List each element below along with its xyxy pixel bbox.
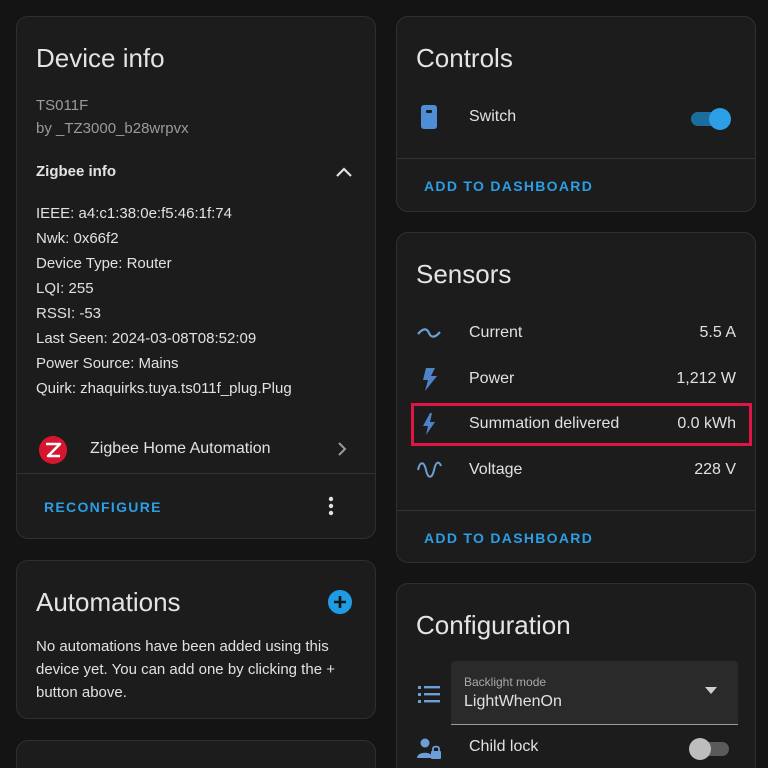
- outlet-icon: [421, 105, 437, 129]
- sensor-label: Voltage: [469, 461, 523, 478]
- controls-title: Controls: [416, 43, 513, 73]
- sensor-value: 1,212 W: [676, 370, 736, 387]
- sensor-label: Current: [469, 324, 523, 341]
- child-lock-toggle[interactable]: [689, 737, 733, 761]
- add-automation-plus-icon[interactable]: [328, 590, 352, 614]
- sensor-label: Power: [469, 370, 515, 387]
- configuration-card: Configuration Backlight mode LightWhenOn…: [396, 583, 756, 768]
- select-label: Backlight mode: [464, 675, 547, 689]
- zigbee-device-type: Device Type: Router: [36, 255, 172, 272]
- sensors-card: Sensors Current 5.5 A Power 1,212 W Summ…: [396, 232, 756, 563]
- select-value: LightWhenOn: [464, 693, 562, 710]
- zigbee-last-seen: Last Seen: 2024-03-08T08:52:09: [36, 330, 257, 347]
- toggle-knob: [709, 108, 731, 130]
- sensors-title: Sensors: [416, 259, 512, 289]
- toggle-knob: [689, 738, 711, 760]
- zigbee-ieee: IEEE: a4:c1:38:0e:f5:46:1f:74: [36, 205, 232, 222]
- more-vertical-icon[interactable]: [325, 495, 337, 517]
- chevron-up-icon[interactable]: [333, 163, 355, 181]
- zigbee-quirk: Quirk: zhaquirks.tuya.ts011f_plug.Plug: [36, 380, 292, 397]
- configuration-title: Configuration: [416, 610, 571, 640]
- divider: [397, 158, 755, 159]
- current-ac-icon: [417, 328, 441, 338]
- device-manufacturer: by _TZ3000_b28wrpvx: [36, 120, 189, 137]
- caret-down-icon: [705, 687, 717, 694]
- automations-empty-text: No automations have been added using thi…: [36, 638, 335, 701]
- add-to-dashboard-button[interactable]: ADD TO DASHBOARD: [424, 530, 593, 546]
- zigbee-info-header[interactable]: Zigbee info: [36, 163, 116, 180]
- switch-toggle[interactable]: [689, 107, 733, 131]
- device-model: TS011F: [36, 97, 89, 114]
- divider: [397, 510, 755, 511]
- zigbee-nwk: Nwk: 0x66f2: [36, 230, 119, 247]
- divider: [17, 473, 375, 474]
- zigbee-logo-icon: [39, 436, 67, 464]
- device-info-card: Device info TS011F by _TZ3000_b28wrpvx Z…: [16, 16, 376, 539]
- account-lock-icon: [417, 738, 441, 759]
- zigbee-lqi: LQI: 255: [36, 280, 94, 297]
- integration-row-zha[interactable]: Zigbee Home Automation: [17, 424, 375, 474]
- reconfigure-button[interactable]: RECONFIGURE: [44, 499, 162, 515]
- zigbee-rssi: RSSI: -53: [36, 305, 102, 322]
- chevron-right-icon: [338, 442, 347, 456]
- controls-card: Controls Switch ADD TO DASHBOARD: [396, 16, 756, 212]
- integration-label: Zigbee Home Automation: [90, 440, 271, 457]
- backlight-mode-select[interactable]: Backlight mode LightWhenOn: [451, 661, 738, 725]
- sensor-value: 5.5 A: [699, 324, 736, 341]
- flash-icon: [423, 368, 437, 391]
- zigbee-power-source: Power Source: Mains: [36, 355, 179, 372]
- sensor-value: 228 V: [694, 461, 736, 478]
- automations-card: Automations No automations have been add…: [16, 560, 376, 719]
- next-card-partial: [16, 740, 376, 768]
- device-info-title: Device info: [36, 43, 165, 73]
- list-icon: [418, 686, 440, 703]
- add-to-dashboard-button[interactable]: ADD TO DASHBOARD: [424, 178, 593, 194]
- child-lock-label: Child lock: [469, 738, 539, 755]
- automations-title: Automations: [36, 587, 181, 617]
- switch-label: Switch: [469, 108, 517, 125]
- sine-wave-icon: [417, 461, 442, 478]
- highlight-box: [411, 403, 752, 446]
